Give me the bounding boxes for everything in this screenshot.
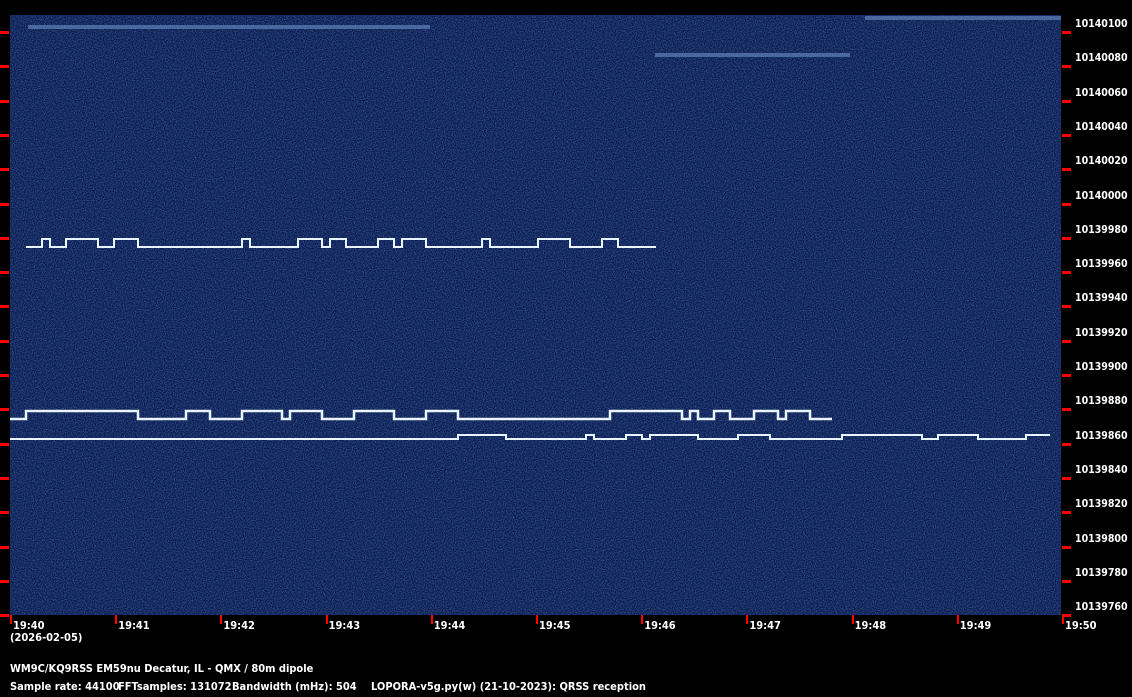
freq-tick-right xyxy=(1062,236,1071,240)
freq-tick-left xyxy=(0,511,9,515)
freq-tick-right xyxy=(1062,476,1071,480)
freq-label: 10139880 xyxy=(1075,395,1128,408)
time-label: 19:48 xyxy=(854,619,887,632)
freq-label: 10140100 xyxy=(1075,18,1128,30)
freq-tick-right xyxy=(1062,65,1071,69)
time-tick xyxy=(430,615,433,624)
time-label: 19:49 xyxy=(959,619,992,632)
time-label: 19:46 xyxy=(644,619,676,632)
time-tick xyxy=(325,615,328,624)
freq-tick-right xyxy=(1062,442,1071,446)
freq-tick-right xyxy=(1062,168,1071,172)
freq-tick-left xyxy=(0,65,9,69)
spectrogram-waterfall xyxy=(10,15,1061,615)
freq-tick-left xyxy=(0,442,9,446)
freq-label: 10140060 xyxy=(1075,86,1128,99)
freq-tick-left xyxy=(0,31,9,34)
freq-label: 10140000 xyxy=(1075,189,1128,202)
freq-label: 10139840 xyxy=(1075,463,1128,476)
freq-tick-left xyxy=(0,374,9,377)
faint-signal-trace xyxy=(655,53,850,57)
freq-label: 10140040 xyxy=(1075,120,1128,133)
freq-label: 10139980 xyxy=(1075,223,1128,236)
freq-label: 10140080 xyxy=(1075,52,1128,65)
bandwidth: Bandwidth (mHz): 504 xyxy=(232,680,357,693)
faint-signal-trace xyxy=(865,16,1061,20)
freq-tick-left xyxy=(0,305,9,309)
freq-tick-left xyxy=(0,202,9,206)
freq-label: 10139920 xyxy=(1075,326,1128,339)
freq-tick-right xyxy=(1062,31,1071,34)
freq-tick-left xyxy=(0,476,9,480)
sample-rate: Sample rate: 44100 xyxy=(10,680,120,693)
freq-tick-right xyxy=(1062,133,1071,137)
freq-tick-right xyxy=(1062,202,1071,206)
freq-label: 10139860 xyxy=(1075,429,1128,442)
station-info: WM9C/KQ9RSS EM59nu Decatur, IL - QMX / 8… xyxy=(10,662,314,675)
time-tick xyxy=(220,615,223,624)
freq-tick-left xyxy=(0,133,9,137)
freq-label: 10139960 xyxy=(1075,258,1128,271)
freq-label: 10139900 xyxy=(1075,361,1128,373)
freq-tick-left xyxy=(0,271,9,275)
freq-tick-left xyxy=(0,408,9,412)
freq-tick-right xyxy=(1062,374,1071,377)
freq-label: 10139780 xyxy=(1075,566,1128,579)
freq-label: 10139760 xyxy=(1075,601,1128,614)
time-label: 19:45 xyxy=(539,619,571,632)
freq-tick-right xyxy=(1062,579,1071,583)
freq-tick-left xyxy=(0,236,9,240)
freq-label: 10139820 xyxy=(1075,498,1128,511)
freq-tick-right xyxy=(1062,99,1071,103)
faint-signal-trace xyxy=(28,25,430,29)
time-label: 19:41 xyxy=(118,619,150,632)
time-label: 19:43 xyxy=(328,619,361,632)
freq-tick-left xyxy=(0,339,9,343)
fft-samples: FFTsamples: 131072 xyxy=(118,680,232,693)
time-label: 19:47 xyxy=(749,619,781,632)
freq-label: 10140020 xyxy=(1075,155,1128,168)
freq-tick-right xyxy=(1062,339,1071,343)
freq-label: 10139940 xyxy=(1075,292,1128,305)
time-tick xyxy=(536,615,538,624)
freq-tick-left xyxy=(0,545,9,549)
freq-tick-left xyxy=(0,579,9,583)
freq-tick-left xyxy=(0,614,9,618)
time-label: 19:42 xyxy=(223,619,255,632)
time-tick xyxy=(10,615,12,624)
time-tick xyxy=(746,615,749,624)
freq-tick-right xyxy=(1062,511,1071,515)
freq-tick-right xyxy=(1062,408,1071,412)
waterfall-noise xyxy=(10,15,1061,615)
freq-tick-right xyxy=(1062,305,1071,309)
time-tick xyxy=(956,615,959,624)
time-tick xyxy=(641,615,644,624)
software-info: LOPORA-v5g.py(w) (21-10-2023): QRSS rece… xyxy=(371,680,646,693)
time-label: 19:44 xyxy=(433,619,466,632)
freq-label: 10139800 xyxy=(1075,532,1128,545)
freq-tick-left xyxy=(0,99,9,103)
freq-tick-left xyxy=(0,168,9,172)
time-tick xyxy=(851,615,854,624)
time-label: 19:50 xyxy=(1065,619,1097,632)
time-tick xyxy=(1062,615,1064,624)
freq-tick-right xyxy=(1062,271,1071,275)
freq-tick-right xyxy=(1062,545,1071,549)
date-label: (2026-02-05) xyxy=(10,631,83,644)
time-tick xyxy=(115,615,118,624)
